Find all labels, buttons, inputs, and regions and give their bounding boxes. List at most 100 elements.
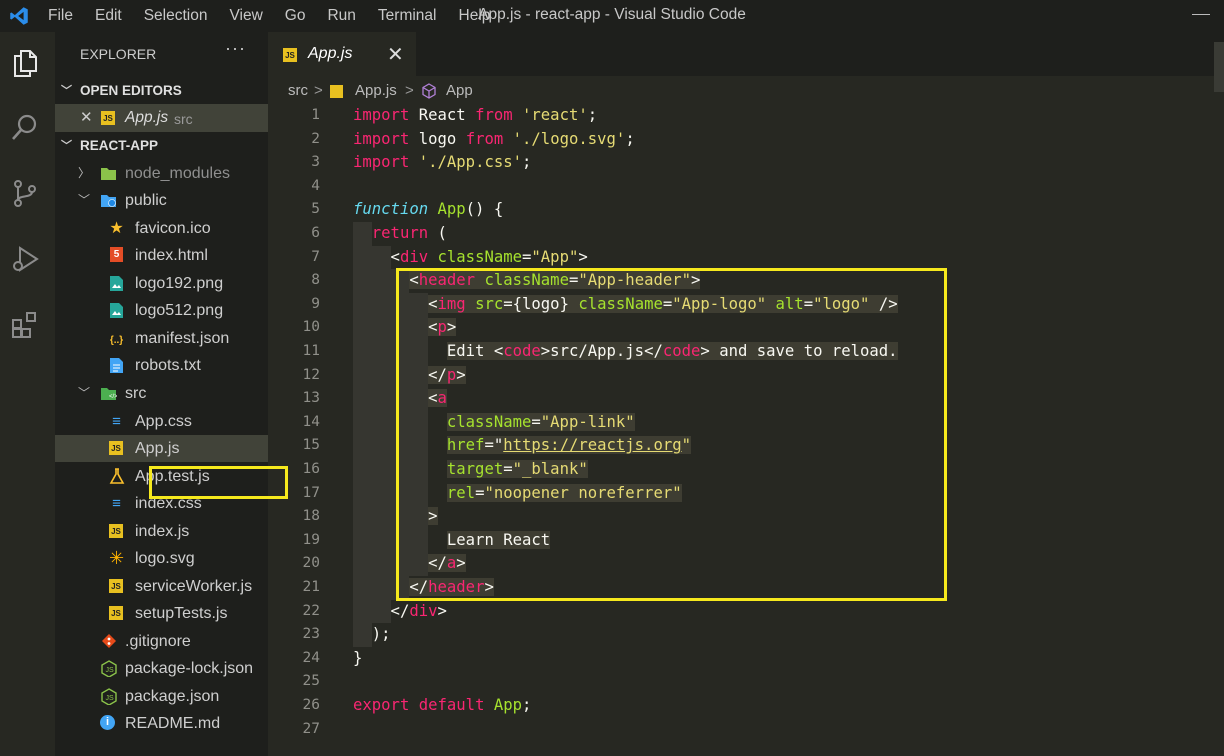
menu-edit[interactable]: Edit <box>95 0 122 32</box>
tree-folder-node-modules[interactable]: 〉 node_modules <box>55 160 268 187</box>
tree-file-index-js[interactable]: JS index.js <box>55 518 268 545</box>
tab-app-js[interactable]: JS App.js ✕ <box>268 32 416 76</box>
open-editor-item[interactable]: ✕ JS App.js src <box>55 104 268 132</box>
line-number: 1 <box>311 107 320 123</box>
tree-file-app-js[interactable]: JS App.js <box>55 435 268 462</box>
tree-item-label: src <box>125 385 147 402</box>
open-editors-header[interactable]: ﹀ OPEN EDITORS <box>55 79 268 103</box>
code-token: './App.css' <box>418 153 523 172</box>
line-number: 14 <box>302 413 320 430</box>
code-token: </ <box>353 601 410 620</box>
line-number: 20 <box>302 555 320 572</box>
code-line[interactable]: 7 <div className="App"> <box>268 246 1214 270</box>
code-token: './logo.svg' <box>512 129 626 148</box>
tree-folder-src[interactable]: ﹀ </> src <box>55 380 268 407</box>
tree-item-label: index.js <box>135 523 190 540</box>
code-line[interactable]: 24} <box>268 647 1214 671</box>
breadcrumb-symbol[interactable]: App <box>446 80 473 102</box>
code-token: import <box>353 106 410 124</box>
breadcrumb-folder[interactable]: src <box>288 80 308 102</box>
code-token: < <box>353 247 400 266</box>
activity-bar <box>0 32 55 756</box>
tree-file-manifest-json[interactable]: {..} manifest.json <box>55 325 268 352</box>
run-debug-icon[interactable] <box>10 244 40 274</box>
tree-file-app-css[interactable]: ≡ App.css <box>55 408 268 435</box>
code-token: default <box>418 696 485 714</box>
tree-file-package-json[interactable]: JS package.json <box>55 683 268 710</box>
line-number: 9 <box>311 295 320 312</box>
code-line[interactable]: 4 <box>268 175 1214 199</box>
react-app-folder-header[interactable]: ﹀ REACT-APP <box>55 134 268 158</box>
menu-run[interactable]: Run <box>327 0 355 32</box>
code-token: > <box>578 247 588 266</box>
tree-folder-public[interactable]: ﹀ public <box>55 187 268 214</box>
code-token: ; <box>587 106 598 124</box>
menu-terminal[interactable]: Terminal <box>378 0 437 32</box>
code-token: ); <box>353 625 391 644</box>
line-number: 13 <box>302 390 320 407</box>
code-token: () { <box>465 200 504 219</box>
js-icon: JS <box>108 578 125 595</box>
tree-file-gitignore[interactable]: .gitignore <box>55 628 268 655</box>
tab-label: App.js <box>308 45 353 62</box>
code-line[interactable]: 6 return ( <box>268 222 1214 246</box>
tree-file-package-lock-json[interactable]: JS package-lock.json <box>55 655 268 682</box>
code-token: } <box>353 648 363 667</box>
close-icon[interactable]: ✕ <box>80 104 93 132</box>
code-line[interactable]: 27 <box>268 718 1214 742</box>
tree-file-robots-txt[interactable]: robots.txt <box>55 352 268 379</box>
explorer-title: EXPLORER <box>80 46 157 62</box>
line-number: 18 <box>302 508 320 525</box>
code-text: function App() { <box>353 198 503 222</box>
code-token: export <box>353 696 410 714</box>
vscode-logo-icon <box>10 7 28 25</box>
line-number: 16 <box>302 461 320 477</box>
image-icon <box>108 302 125 319</box>
folder-src-icon: </> <box>100 385 118 402</box>
tree-file-logo-svg[interactable]: ✳ logo.svg <box>55 545 268 572</box>
tree-item-label: node_modules <box>125 165 230 182</box>
line-number: 5 <box>311 201 320 218</box>
tree-file-readme-md[interactable]: i README.md <box>55 710 268 737</box>
extensions-icon[interactable] <box>10 310 40 340</box>
scrollbar[interactable] <box>1214 42 1224 92</box>
code-line[interactable]: 22 </div> <box>268 600 1214 624</box>
code-line[interactable]: 23 ); <box>268 623 1214 647</box>
code-line[interactable]: 5 function App() { <box>268 198 1214 222</box>
tree-file-index-html[interactable]: 5 index.html <box>55 242 268 269</box>
code-line[interactable]: 25 <box>268 670 1214 694</box>
code-token: ; <box>522 153 532 172</box>
menu-go[interactable]: Go <box>285 0 306 32</box>
code-line[interactable]: 2 import logo from './logo.svg'; <box>268 128 1214 152</box>
minimize-button[interactable] <box>1192 14 1210 15</box>
code-token: ; <box>522 696 532 714</box>
line-number: 27 <box>302 720 320 737</box>
git-icon <box>100 633 117 650</box>
tree-file-logo192-png[interactable]: logo192.png <box>55 270 268 297</box>
more-actions-button[interactable]: ··· <box>225 38 246 59</box>
css-icon: ≡ <box>112 495 121 512</box>
code-token: from <box>475 106 513 124</box>
files-icon[interactable] <box>10 48 40 78</box>
tree-file-setuptests-js[interactable]: JS setupTests.js <box>55 600 268 627</box>
menu-selection[interactable]: Selection <box>144 0 208 32</box>
source-control-icon[interactable] <box>10 178 40 208</box>
menu-view[interactable]: View <box>229 0 262 32</box>
code-token: div <box>409 601 438 620</box>
tree-file-favicon-ico[interactable]: ★ favicon.ico <box>55 215 268 242</box>
tree-file-logo512-png[interactable]: logo512.png <box>55 297 268 324</box>
code-line[interactable]: 26 export default App; <box>268 694 1214 718</box>
tree-item-label: logo192.png <box>135 275 224 292</box>
code-line[interactable]: 1 import React from 'react'; <box>268 104 1214 128</box>
search-icon[interactable] <box>10 112 40 142</box>
code-token: App <box>437 200 466 219</box>
close-tab-icon[interactable]: ✕ <box>387 42 404 67</box>
breadcrumb-file[interactable]: App.js <box>355 80 397 102</box>
line-number: 15 <box>302 437 320 454</box>
flask-icon <box>108 468 125 485</box>
tree-file-serviceworker-js[interactable]: JS serviceWorker.js <box>55 573 268 600</box>
menu-file[interactable]: File <box>48 0 73 32</box>
code-line[interactable]: 3 import './App.css'; <box>268 151 1214 175</box>
code-token: return <box>371 224 429 242</box>
